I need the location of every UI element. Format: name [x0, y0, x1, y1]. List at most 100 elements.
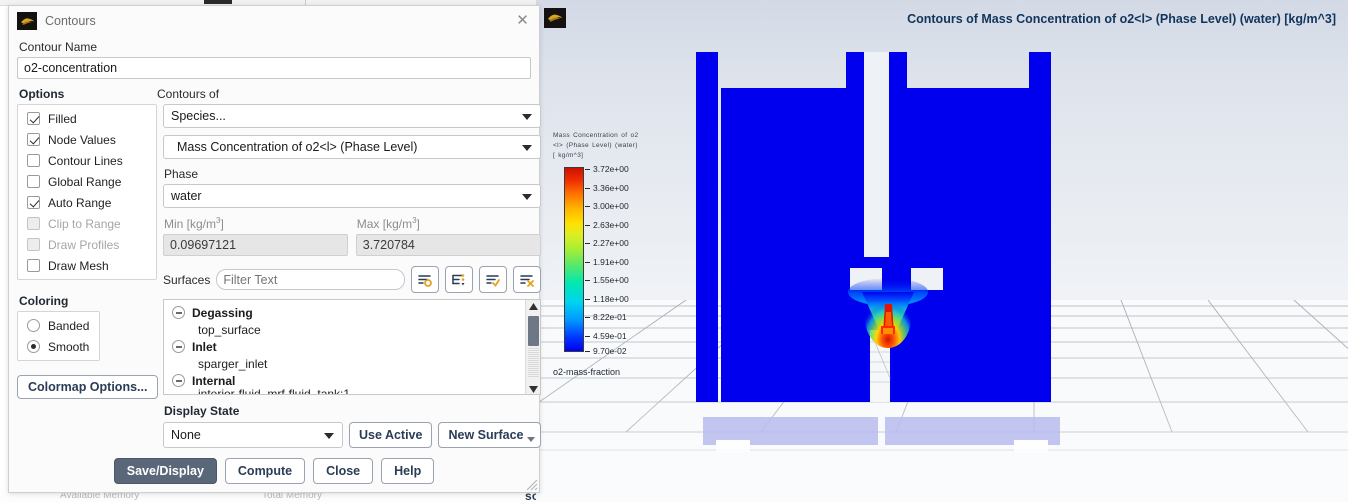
option-filled[interactable]: Filled: [18, 108, 156, 129]
option-global-range[interactable]: Global Range: [18, 171, 156, 192]
contours-of-select[interactable]: Species...: [163, 104, 541, 128]
contours-of-label: Contours of: [157, 87, 220, 101]
help-button[interactable]: Help: [381, 458, 435, 484]
min-value-input: [163, 234, 348, 256]
dialog-title-bar[interactable]: Contours ✕: [9, 6, 539, 36]
chevron-down-icon: [324, 433, 334, 439]
surface-type-filter-icon[interactable]: [444, 266, 473, 293]
surface-group-label: Inlet: [192, 339, 217, 354]
surfaces-filter-input[interactable]: [216, 269, 405, 290]
surface-group-label: Degassing: [192, 305, 253, 320]
use-active-button[interactable]: Use Active: [349, 422, 433, 448]
colorbar-body: 3.72e+00 3.36e+00 3.00e+00 2.63e+00 2.27…: [553, 164, 683, 377]
max-label: Max [kg/m3]: [356, 216, 420, 231]
colorbar-tick-label: 3.36e+00: [593, 182, 629, 193]
colorbar-tick-label: 1.91e+00: [593, 256, 629, 267]
checkbox-icon[interactable]: [27, 259, 40, 272]
filter-options-icon[interactable]: [410, 266, 439, 293]
collapse-minus-icon[interactable]: [172, 374, 185, 387]
option-clip-to-range: Clip to Range: [18, 213, 156, 234]
surface-group-label: Internal: [192, 373, 236, 388]
options-checkbox-group: Filled Node Values Contour Lines Global …: [17, 104, 157, 280]
max-value-input: [355, 234, 541, 256]
colorbar-tick-label: 2.63e+00: [593, 219, 629, 230]
surface-group-inlet[interactable]: Inlet: [168, 338, 540, 355]
phase-label: Phase: [164, 167, 199, 181]
colorbar-tick-label: 8.22e-01: [593, 312, 627, 323]
colorbar-tick-label: 9.70e-02: [593, 346, 627, 357]
checkbox-icon[interactable]: [27, 133, 40, 146]
checkbox-icon[interactable]: [27, 196, 40, 209]
phase-select[interactable]: water: [163, 184, 541, 208]
coloring-option-label: Smooth: [48, 339, 90, 354]
surface-item-label: sparger_inlet: [198, 356, 268, 371]
coloring-smooth[interactable]: Smooth: [18, 336, 99, 357]
contours-dialog[interactable]: Contours ✕ Contour Name Options Contours…: [8, 5, 541, 493]
close-button[interactable]: Close: [313, 458, 374, 484]
surfaces-scrollbar[interactable]: [524, 300, 540, 394]
colorbar-tick-label: 1.18e+00: [593, 293, 629, 304]
surfaces-label: Surfaces: [163, 272, 211, 287]
coloring-option-label: Banded: [48, 318, 90, 333]
option-draw-mesh[interactable]: Draw Mesh: [18, 255, 156, 276]
contour-colorbar-legend: Mass Concentration of o2 <l> (Phase Leve…: [553, 131, 683, 377]
colormap-options-button[interactable]: Colormap Options...: [17, 375, 159, 399]
graphics-window[interactable]: Mass Concentration of o2 <l> (Phase Leve…: [536, 0, 1348, 502]
chevron-down-icon: [521, 145, 532, 151]
dialog-footer: Save/Display Compute Close Help: [9, 458, 539, 484]
radio-icon[interactable]: [27, 340, 40, 353]
option-label: Auto Range: [48, 195, 112, 210]
collapse-minus-icon[interactable]: [172, 340, 185, 353]
scroll-up-icon[interactable]: [526, 300, 540, 313]
option-auto-range[interactable]: Auto Range: [18, 192, 156, 213]
display-state-label: Display State: [164, 404, 240, 418]
field-variable-select[interactable]: Mass Concentration of o2<l> (Phase Level…: [163, 135, 541, 159]
collapse-minus-icon[interactable]: [172, 306, 185, 319]
display-state-select[interactable]: None: [163, 422, 343, 448]
scroll-down-icon[interactable]: [526, 383, 540, 394]
coloring-label: Coloring: [19, 294, 69, 308]
dialog-title: Contours: [45, 14, 96, 28]
deselect-all-icon[interactable]: [512, 266, 541, 293]
chevron-down-icon: [521, 114, 532, 120]
chevron-down-icon[interactable]: [526, 437, 535, 442]
option-label: Clip to Range: [48, 216, 121, 231]
scrollbar-thumb[interactable]: [527, 316, 539, 346]
option-contour-lines[interactable]: Contour Lines: [18, 150, 156, 171]
option-label: Filled: [48, 111, 77, 126]
new-surface-button[interactable]: New Surface: [438, 422, 541, 448]
surfaces-list[interactable]: Degassing top_surface Inlet sparger_inle…: [163, 299, 541, 395]
option-label: Contour Lines: [48, 153, 123, 168]
surface-item-sparger-inlet[interactable]: sparger_inlet: [168, 355, 540, 372]
compute-button[interactable]: Compute: [224, 458, 306, 484]
radio-icon[interactable]: [27, 319, 40, 332]
legend-title: Mass Concentration of o2 <l> (Phase Leve…: [553, 132, 639, 160]
surface-group-degassing[interactable]: Degassing: [168, 304, 540, 321]
contour-name-label: Contour Name: [19, 40, 98, 54]
resize-grip[interactable]: [524, 477, 538, 491]
surface-item-interior-fluid[interactable]: interior-fluid_mrf-fluid_tank:1: [168, 389, 540, 394]
options-label: Options: [19, 87, 65, 101]
checkbox-icon[interactable]: [27, 112, 40, 125]
contour-name-input[interactable]: [17, 57, 531, 79]
checkbox-icon: [27, 238, 40, 251]
checkbox-icon[interactable]: [27, 154, 40, 167]
option-label: Draw Mesh: [48, 258, 109, 273]
surface-group-internal[interactable]: Internal: [168, 372, 540, 389]
scrollbar-track[interactable]: [527, 348, 539, 378]
dialog-body: Contour Name Options Contours of: [9, 40, 541, 448]
option-label: Draw Profiles: [48, 237, 120, 252]
close-icon[interactable]: ✕: [514, 13, 531, 30]
phase-value: water: [171, 189, 202, 203]
save-display-button[interactable]: Save/Display: [113, 458, 217, 484]
checkbox-icon[interactable]: [27, 175, 40, 188]
field-variable-value: Mass Concentration of o2<l> (Phase Level…: [177, 140, 418, 154]
coloring-banded[interactable]: Banded: [18, 315, 99, 336]
option-label: Node Values: [48, 132, 116, 147]
surface-item-top-surface[interactable]: top_surface: [168, 321, 540, 338]
option-draw-profiles: Draw Profiles: [18, 234, 156, 255]
option-label: Global Range: [48, 174, 122, 189]
option-node-values[interactable]: Node Values: [18, 129, 156, 150]
min-label: Min [kg/m3]: [164, 216, 224, 231]
select-all-icon[interactable]: [478, 266, 507, 293]
